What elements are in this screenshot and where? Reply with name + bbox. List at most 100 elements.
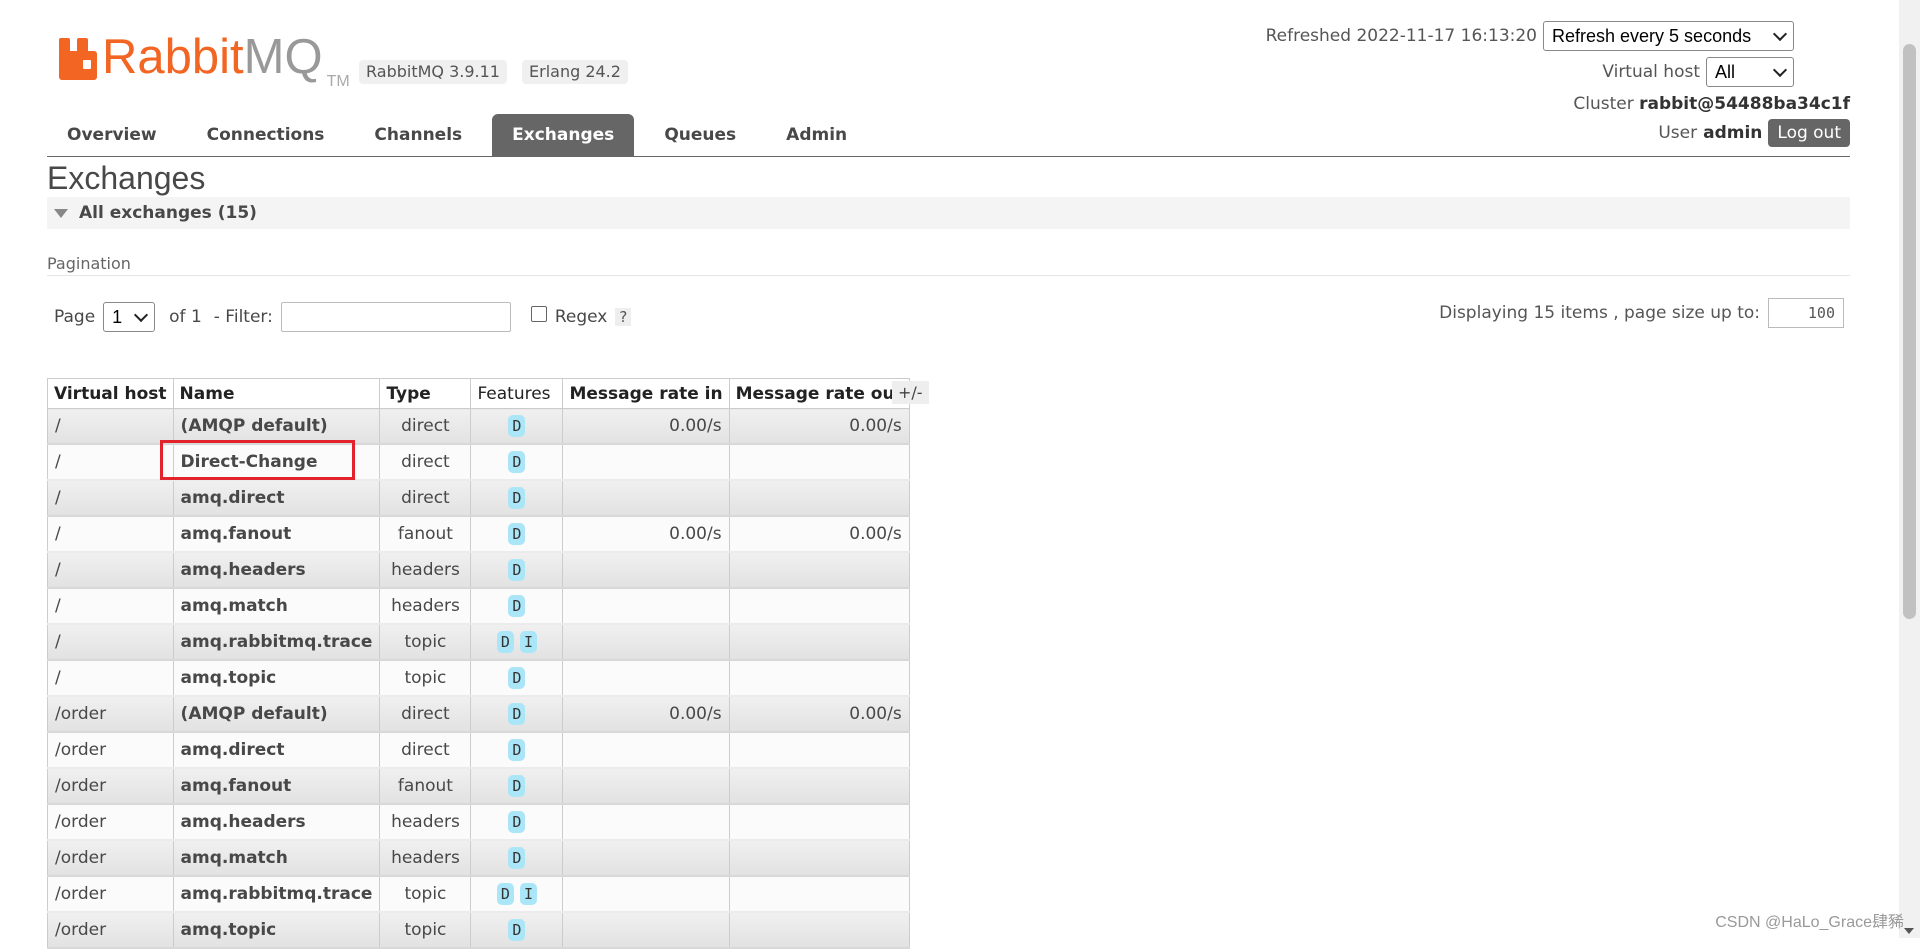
cell-message-rate-in bbox=[562, 480, 730, 517]
cell-message-rate-in: 0.00/s bbox=[562, 408, 730, 445]
cell-features: D bbox=[470, 588, 564, 625]
tab-overview[interactable]: Overview bbox=[47, 114, 177, 156]
durable-badge: D bbox=[508, 451, 526, 473]
cell-type: topic bbox=[379, 624, 472, 661]
regex-checkbox[interactable] bbox=[530, 306, 547, 322]
exchange-name-link[interactable]: amq.match bbox=[172, 840, 381, 877]
cell-message-rate-out bbox=[728, 588, 910, 625]
display-info: Displaying 15 items , page size up to: 1… bbox=[1439, 298, 1844, 328]
logo-text: RabbitMQ TM bbox=[102, 30, 350, 90]
cell-virtual-host: / bbox=[47, 552, 174, 589]
cell-type: headers bbox=[379, 840, 472, 877]
column-message-rate-in[interactable]: Message rate in bbox=[562, 378, 730, 409]
table-row: / amq.match headers D bbox=[47, 588, 910, 625]
exchange-name-link[interactable]: (AMQP default) bbox=[172, 696, 381, 733]
cell-message-rate-in: 0.00/s bbox=[562, 696, 730, 733]
tab-queues[interactable]: Queues bbox=[644, 114, 756, 156]
filter-label: - Filter: bbox=[213, 307, 273, 327]
exchange-name-link[interactable]: amq.rabbitmq.trace bbox=[172, 624, 381, 661]
table-row: /order amq.fanout fanout D bbox=[47, 768, 910, 805]
tab-admin[interactable]: Admin bbox=[766, 114, 867, 156]
exchange-name-link[interactable]: amq.topic bbox=[172, 660, 381, 697]
rabbitmq-version-badge: RabbitMQ 3.9.11 bbox=[359, 60, 507, 84]
cell-message-rate-out bbox=[728, 912, 910, 949]
rabbitmq-logo[interactable]: RabbitMQ TM bbox=[59, 30, 350, 90]
scroll-down-arrow-icon[interactable] bbox=[1904, 928, 1914, 934]
regex-help-button[interactable]: ? bbox=[615, 308, 632, 326]
refresh-interval-select[interactable]: Refresh every 5 seconds bbox=[1543, 21, 1794, 51]
exchange-name-link[interactable]: amq.headers bbox=[172, 552, 381, 589]
column-virtual-host[interactable]: Virtual host bbox=[47, 378, 174, 409]
cell-message-rate-in bbox=[562, 804, 730, 841]
cell-type: direct bbox=[379, 408, 472, 445]
cell-type: headers bbox=[379, 588, 472, 625]
columns-toggle-button[interactable]: +/- bbox=[892, 381, 929, 404]
logo-mq: MQ bbox=[243, 30, 323, 84]
tab-channels[interactable]: Channels bbox=[354, 114, 482, 156]
column-type[interactable]: Type bbox=[379, 378, 472, 409]
refresh-interval-value: Refresh every 5 seconds bbox=[1552, 25, 1752, 46]
table-row: / amq.rabbitmq.trace topic D I bbox=[47, 624, 910, 661]
durable-badge: D bbox=[508, 667, 526, 689]
pagination-divider bbox=[47, 275, 1850, 276]
tab-connections[interactable]: Connections bbox=[187, 114, 345, 156]
table-row: / (AMQP default) direct D 0.00/s 0.00/s bbox=[47, 408, 910, 445]
page-count: of 1 bbox=[169, 307, 202, 327]
table-row: /order amq.match headers D bbox=[47, 840, 910, 877]
table-row: / amq.direct direct D bbox=[47, 480, 910, 517]
page-size-input[interactable]: 100 bbox=[1768, 298, 1844, 328]
pagination-controls: Page 1 of 1 - Filter: Regex ? bbox=[54, 302, 632, 332]
exchange-name-link[interactable]: (AMQP default) bbox=[172, 408, 381, 445]
cell-features: D bbox=[470, 912, 564, 949]
cell-type: fanout bbox=[379, 516, 472, 553]
exchange-name-link[interactable]: amq.fanout bbox=[172, 768, 381, 805]
cell-virtual-host: /order bbox=[47, 804, 174, 841]
filter-input[interactable] bbox=[280, 302, 511, 332]
logout-button[interactable]: Log out bbox=[1768, 119, 1850, 147]
cell-message-rate-in bbox=[562, 660, 730, 697]
durable-badge: D bbox=[508, 595, 526, 617]
table-row: /order amq.topic topic D bbox=[47, 912, 910, 949]
cell-features: D bbox=[470, 444, 564, 481]
virtual-host-label: Virtual host bbox=[1602, 62, 1700, 82]
exchange-name-link[interactable]: amq.match bbox=[172, 588, 381, 625]
cell-features: DI bbox=[470, 876, 564, 913]
cell-message-rate-in bbox=[562, 552, 730, 589]
cell-virtual-host: /order bbox=[47, 912, 174, 949]
cell-type: direct bbox=[379, 732, 472, 769]
virtual-host-row: Virtual host All bbox=[1602, 57, 1794, 87]
exchange-name-link[interactable]: amq.direct bbox=[172, 732, 381, 769]
cell-features: D bbox=[470, 480, 564, 517]
table-row: / amq.headers headers D bbox=[47, 552, 910, 589]
cell-features: D bbox=[470, 804, 564, 841]
cell-type: headers bbox=[379, 804, 472, 841]
table-row: /order amq.rabbitmq.trace topic D I bbox=[47, 876, 910, 913]
exchange-name-link[interactable]: amq.rabbitmq.trace bbox=[172, 876, 381, 913]
column-name[interactable]: Name bbox=[172, 378, 381, 409]
page-select[interactable]: 1 bbox=[103, 302, 156, 332]
cell-virtual-host: /order bbox=[47, 840, 174, 877]
chevron-down-icon bbox=[1772, 62, 1788, 77]
cell-message-rate-in bbox=[562, 588, 730, 625]
all-exchanges-section-toggle[interactable]: All exchanges (15) bbox=[47, 197, 1850, 229]
column-message-rate-out[interactable]: Message rate out bbox=[728, 378, 910, 409]
exchange-name-link[interactable]: amq.fanout bbox=[172, 516, 381, 553]
cell-type: topic bbox=[379, 660, 472, 697]
rabbitmq-logo-icon bbox=[59, 38, 97, 80]
durable-badge: D bbox=[508, 847, 526, 869]
cell-type: topic bbox=[379, 912, 472, 949]
exchange-name-link[interactable]: amq.topic bbox=[172, 912, 381, 949]
exchange-name-link[interactable]: amq.headers bbox=[172, 804, 381, 841]
cell-virtual-host: / bbox=[47, 408, 174, 445]
exchange-name-link[interactable]: amq.direct bbox=[172, 480, 381, 517]
scrollbar-thumb[interactable] bbox=[1903, 44, 1916, 619]
cell-virtual-host: / bbox=[47, 624, 174, 661]
cell-message-rate-out bbox=[728, 552, 910, 589]
tab-exchanges[interactable]: Exchanges bbox=[492, 114, 635, 156]
cell-virtual-host: / bbox=[47, 588, 174, 625]
erlang-version-badge: Erlang 24.2 bbox=[522, 60, 628, 84]
cell-virtual-host: /order bbox=[47, 732, 174, 769]
virtual-host-select[interactable]: All bbox=[1706, 57, 1794, 87]
cell-virtual-host: / bbox=[47, 480, 174, 517]
cell-message-rate-out bbox=[728, 804, 910, 841]
